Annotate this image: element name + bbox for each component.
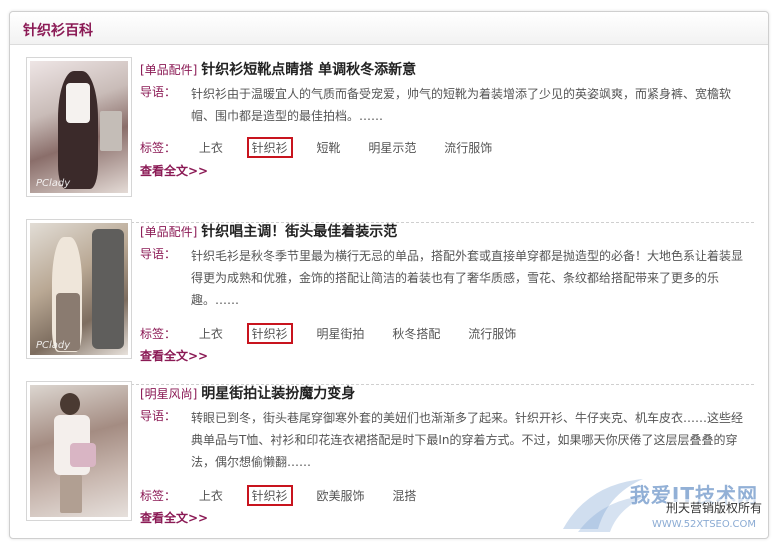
article-headline[interactable]: [单品配件] 针织衫短靴点睛搭 单调秋冬添新意 [140,59,416,79]
article-headline[interactable]: [明星风尚] 明星街拍让装扮魔力变身 [140,383,355,403]
tag-link[interactable]: 秋冬搭配 [388,324,444,343]
tag-link[interactable]: 流行服饰 [440,138,496,157]
tag-link-highlighted[interactable]: 针织衫 [246,137,293,158]
tag-link[interactable]: 明星示范 [364,138,420,157]
tag-link[interactable]: 明星街拍 [313,324,369,343]
read-more-link[interactable]: 查看全文>> [140,347,208,364]
tag-link[interactable]: 上衣 [195,138,227,157]
intro-text: 针织毛衫是秋冬季节里最为横行无忌的单品，搭配外套或直接单穿都是抛造型的必备！大地… [191,249,744,307]
article-title[interactable]: 针织衫短靴点睛搭 单调秋冬添新意 [201,62,416,78]
tags-label: 标签： [140,141,177,155]
article-thumbnail[interactable]: PClady [26,219,132,359]
watermark-copyright: 刑天营销版权所有 [665,499,762,516]
article-item: PClady [单品配件] 针织唱主调！街头最佳着装示范 导语： 针织毛衫是秋冬… [26,219,754,385]
tags-label: 标签： [140,327,177,341]
tag-link[interactable]: 欧美服饰 [313,486,369,505]
intro-text: 转眼已到冬，街头巷尾穿御寒外套的美妞们也渐渐多了起来。针织开衫、牛仔夹克、机车皮… [191,411,744,469]
tag-link[interactable]: 流行服饰 [464,324,520,343]
article-category[interactable]: [单品配件] [140,63,197,77]
intro-text: 针织衫由于温暖宜人的气质而备受宠爱，帅气的短靴为着装增添了少见的英姿飒爽，而紧身… [191,87,732,123]
article-tags: 标签： 上衣 针织衫 短靴 明星示范 流行服饰 [140,137,512,158]
article-title[interactable]: 明星街拍让装扮魔力变身 [201,386,355,402]
tag-link-highlighted[interactable]: 针织衫 [246,323,293,344]
intro-label: 导语： [140,409,177,423]
intro-label: 导语： [140,85,177,99]
image-caption: PClady [36,340,71,351]
article-category[interactable]: [明星风尚] [140,387,197,401]
article-image: PClady [30,223,128,355]
tag-link[interactable]: 混搭 [388,486,420,505]
panel-title: 针织衫百科 [23,23,93,39]
knitwear-encyclopedia-panel: 针织衫百科 PClady [单品配件] 针织衫短靴点睛搭 单调秋冬添新意 导语：… [9,11,769,539]
read-more-link[interactable]: 查看全文>> [140,162,208,179]
article-thumbnail[interactable] [26,381,132,521]
tag-link-highlighted[interactable]: 针织衫 [246,485,293,506]
tags-label: 标签： [140,489,177,503]
article-category[interactable]: [单品配件] [140,225,197,239]
article-tags: 标签： 上衣 针织衫 明星街拍 秋冬搭配 流行服饰 [140,323,536,344]
article-image: PClady [30,61,128,193]
article-title[interactable]: 针织唱主调！街头最佳着装示范 [201,224,397,240]
intro-label: 导语： [140,247,177,261]
article-thumbnail[interactable]: PClady [26,57,132,197]
image-caption: PClady [36,178,71,189]
article-headline[interactable]: [单品配件] 针织唱主调！街头最佳着装示范 [140,221,397,241]
read-more-link[interactable]: 查看全文>> [140,509,208,526]
tag-link[interactable]: 上衣 [195,486,227,505]
tag-link[interactable]: 上衣 [195,324,227,343]
article-item: PClady [单品配件] 针织衫短靴点睛搭 单调秋冬添新意 导语： 针织衫由于… [26,57,754,223]
panel-header: 针织衫百科 [10,12,768,45]
article-image [30,385,128,517]
site-watermark: 我爱IT技术网 刑天营销版权所有 WWW.52XTSEO.COM [558,474,768,538]
tag-link[interactable]: 短靴 [313,138,345,157]
watermark-domain: WWW.52XTSEO.COM [652,519,756,530]
article-tags: 标签： 上衣 针织衫 欧美服饰 混搭 [140,485,436,506]
